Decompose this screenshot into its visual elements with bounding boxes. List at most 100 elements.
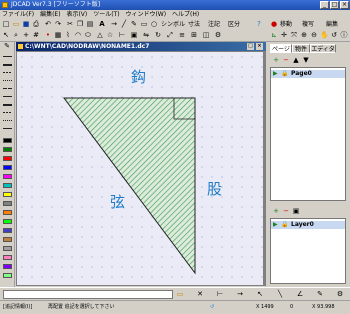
scale-icon[interactable]: ⤢ — [166, 31, 174, 39]
page-up-icon[interactable]: ▲ — [292, 56, 300, 64]
zoom-out-icon[interactable]: ⊖ — [310, 31, 318, 39]
rect-icon[interactable]: ▭ — [140, 20, 148, 28]
fill-icon[interactable]: ▣ — [130, 31, 138, 39]
drawing-canvas[interactable]: 鈎 股 弦 — [17, 52, 263, 285]
line-style-thick[interactable] — [3, 64, 12, 66]
color-swatch[interactable] — [3, 138, 12, 143]
add-page-icon[interactable]: + — [272, 56, 280, 64]
align-icon[interactable]: ≡ — [178, 31, 186, 39]
menu-file[interactable]: ファイル(F) — [0, 10, 36, 19]
color-swatch[interactable] — [3, 156, 12, 161]
redo-icon[interactable]: ↷ — [54, 20, 62, 28]
line-style-solid-2[interactable] — [3, 96, 12, 97]
menu-help[interactable]: ヘルプ(H) — [170, 10, 201, 19]
erase-icon[interactable]: ✕ — [196, 290, 204, 298]
print-icon[interactable]: ⎙ — [32, 20, 40, 28]
arrow-right-icon[interactable]: → — [236, 290, 244, 298]
paste-icon[interactable]: ▤ — [86, 20, 94, 28]
dimension-tool-label[interactable]: 寸法 — [188, 20, 200, 29]
delete-page-icon[interactable]: − — [282, 56, 290, 64]
command-input[interactable] — [3, 290, 173, 299]
color-swatch[interactable] — [3, 237, 12, 242]
color-swatch[interactable] — [3, 192, 12, 197]
settings-icon[interactable]: ⚙ — [214, 31, 222, 39]
layer-lock-icon[interactable]: 🔒 — [281, 221, 288, 229]
undo-icon[interactable]: ↶ — [44, 20, 52, 28]
crosshair-icon[interactable]: ✛ — [280, 31, 288, 39]
new-file-icon[interactable]: □ — [2, 20, 10, 28]
delete-layer-icon[interactable]: − — [282, 207, 290, 215]
measure-tool-icon[interactable]: ⊢ — [216, 290, 224, 298]
edit-tool-label[interactable]: 編集 — [326, 20, 338, 29]
line-style-dotted-2[interactable] — [3, 120, 12, 121]
color-swatch[interactable] — [3, 255, 12, 260]
line-style-solid-3[interactable] — [3, 128, 12, 129]
zoom-icon[interactable]: ⌕ — [12, 31, 20, 39]
select-icon[interactable]: ↖ — [2, 31, 10, 39]
color-swatch[interactable] — [3, 174, 12, 179]
line-style-thick-2[interactable] — [3, 104, 12, 106]
menu-window[interactable]: ウィンドウ(W) — [123, 10, 168, 19]
color-swatch[interactable] — [3, 210, 12, 215]
color-swatch[interactable] — [3, 273, 12, 278]
page-row[interactable]: ▶ 🔒 Page0 — [271, 70, 345, 78]
rotate-status-icon[interactable]: ↺ — [210, 301, 214, 314]
line-style-dashed-2[interactable] — [3, 112, 12, 113]
layer-row[interactable]: ▶ 🔒 Layer0 — [271, 221, 345, 229]
hand-icon[interactable]: ✋ — [320, 31, 329, 39]
line-style-longdash[interactable] — [3, 88, 12, 89]
doc-close-button[interactable]: × — [256, 43, 263, 50]
page-lock-icon[interactable]: 🔒 — [281, 70, 288, 78]
diag-line-icon[interactable]: ╲ — [276, 290, 284, 298]
pointer-icon[interactable]: ↖ — [256, 290, 264, 298]
symbol-tool-label[interactable]: シンボル — [161, 20, 185, 29]
ellipse-icon[interactable]: ⬭ — [84, 31, 92, 39]
layer-icon[interactable]: ◫ — [202, 31, 210, 39]
open-folder-icon[interactable]: ▭ — [12, 20, 20, 28]
circle-icon[interactable]: ○ — [150, 20, 158, 28]
page-visible-icon[interactable]: ▶ — [273, 70, 278, 78]
pen-tool-icon[interactable]: ✎ — [3, 42, 11, 50]
tab-editor[interactable]: エディタ — [310, 44, 336, 53]
mirror-icon[interactable]: ⇋ — [142, 31, 150, 39]
page-down-icon[interactable]: ▼ — [302, 56, 310, 64]
cut-icon[interactable]: ✂ — [66, 20, 74, 28]
color-swatch[interactable] — [3, 219, 12, 224]
close-button[interactable]: × — [340, 1, 349, 9]
triangle-icon[interactable]: △ — [96, 31, 104, 39]
color-swatch[interactable] — [3, 246, 12, 251]
measure-icon[interactable]: ⊢ — [118, 31, 126, 39]
settings-small-icon[interactable]: ⚙ — [336, 290, 344, 298]
arc-icon[interactable]: ◠ — [74, 31, 82, 39]
color-swatch[interactable] — [3, 165, 12, 170]
color-swatch[interactable] — [3, 201, 12, 206]
add-layer-icon[interactable]: + — [272, 207, 280, 215]
grid-icon[interactable]: # — [32, 31, 40, 39]
section-tool-label[interactable]: 区分 — [228, 20, 240, 29]
layer-visible-icon[interactable]: ▶ — [273, 221, 278, 229]
line-icon[interactable]: ╱ — [120, 20, 128, 28]
angle-icon[interactable]: ∠ — [296, 290, 304, 298]
line-style-dashed[interactable] — [3, 72, 12, 73]
snap-icon[interactable]: + — [22, 31, 30, 39]
pen-icon[interactable]: ✎ — [130, 20, 138, 28]
hatch-icon[interactable]: ▦ — [54, 31, 62, 39]
polyline-icon[interactable]: ⌇ — [64, 31, 72, 39]
text-icon[interactable]: A — [98, 20, 106, 28]
rotate-icon[interactable]: ↻ — [154, 31, 162, 39]
line-style-dotted[interactable] — [3, 80, 12, 81]
red-dot-icon[interactable]: ● — [270, 20, 278, 28]
tab-page[interactable]: ページ — [270, 44, 292, 53]
layer-props-icon[interactable]: ▣ — [292, 207, 300, 215]
group-icon[interactable]: ⊞ — [190, 31, 198, 39]
star-icon[interactable]: ☆ — [106, 31, 114, 39]
note-tool-label[interactable]: 注記 — [208, 20, 220, 29]
tab-object[interactable]: 物件 — [292, 44, 310, 53]
move-tool-label[interactable]: 移動 — [280, 20, 292, 29]
minimize-button[interactable]: _ — [320, 1, 329, 9]
color-swatch[interactable] — [3, 147, 12, 152]
color-swatch[interactable] — [3, 228, 12, 233]
line-style-solid[interactable] — [3, 56, 12, 57]
menu-edit[interactable]: 編集(E) — [38, 10, 62, 19]
menu-tools[interactable]: ツール(T) — [91, 10, 121, 19]
